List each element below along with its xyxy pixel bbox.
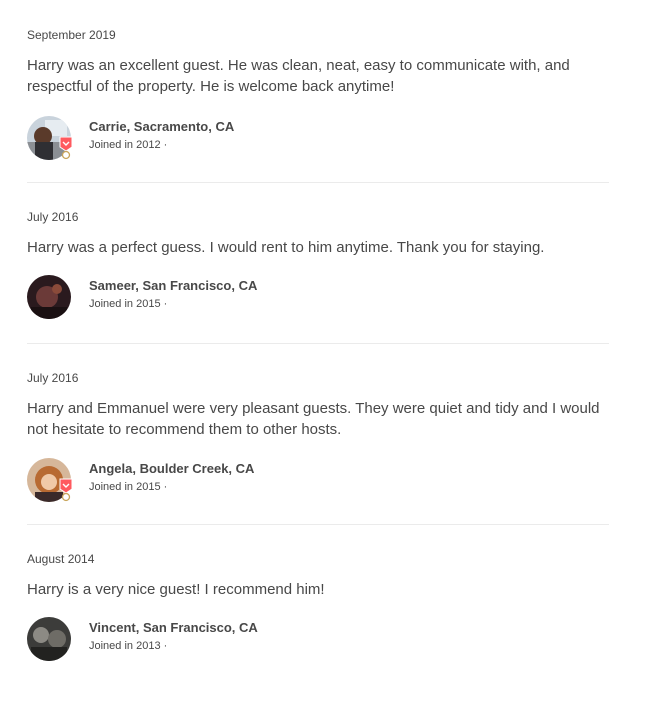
reviewer-avatar-link[interactable]	[27, 617, 71, 661]
review-text: Harry was an excellent guest. He was cle…	[27, 57, 570, 95]
reviewer-name[interactable]: Vincent, San Francisco, CA	[89, 619, 258, 636]
avatar	[27, 275, 71, 319]
avatar-photo-icon	[27, 275, 71, 319]
reviewer-avatar-link[interactable]	[27, 458, 74, 502]
reviewer-joined: Joined in 2015 ·	[89, 298, 168, 310]
reviewer-name[interactable]: Angela, Boulder Creek, CA	[89, 460, 254, 477]
review-item: July 2016 Harry and Emmanuel were very p…	[27, 370, 609, 510]
avatar	[27, 617, 71, 661]
reviewer: Carrie, Sacramento, CA Joined in 2012 ·	[27, 116, 427, 160]
reviewer: Angela, Boulder Creek, CA Joined in 2015…	[27, 458, 427, 502]
review-text: Harry was a perfect guess. I would rent …	[27, 239, 545, 256]
superhost-badge-icon	[58, 136, 74, 160]
reviewer: Sameer, San Francisco, CA Joined in 2015…	[27, 275, 427, 319]
reviewer: Vincent, San Francisco, CA Joined in 201…	[27, 617, 427, 661]
review-item: August 2014 Harry is a very nice guest! …	[27, 551, 609, 661]
reviewer-joined: Joined in 2015 ·	[89, 481, 168, 493]
reviewer-avatar-link[interactable]	[27, 116, 74, 160]
divider	[27, 343, 609, 344]
reviewer-name[interactable]: Sameer, San Francisco, CA	[89, 277, 257, 294]
review-date: August 2014	[27, 552, 95, 566]
review-item: September 2019 Harry was an excellent gu…	[27, 27, 609, 167]
review-date: September 2019	[27, 28, 116, 42]
divider	[27, 524, 609, 525]
reviewer-name[interactable]: Carrie, Sacramento, CA	[89, 118, 234, 135]
reviewer-joined: Joined in 2012 ·	[89, 139, 168, 151]
review-date: July 2016	[27, 371, 79, 385]
superhost-badge-icon	[58, 478, 74, 502]
avatar-photo-icon	[27, 617, 71, 661]
review-date: July 2016	[27, 210, 79, 224]
review-text: Harry is a very nice guest! I recommend …	[27, 581, 325, 598]
review-item: July 2016 Harry was a perfect guess. I w…	[27, 209, 609, 319]
reviewer-avatar-link[interactable]	[27, 275, 71, 319]
reviewer-joined: Joined in 2013 ·	[89, 640, 168, 652]
divider	[27, 182, 609, 183]
review-text: Harry and Emmanuel were very pleasant gu…	[27, 400, 600, 438]
